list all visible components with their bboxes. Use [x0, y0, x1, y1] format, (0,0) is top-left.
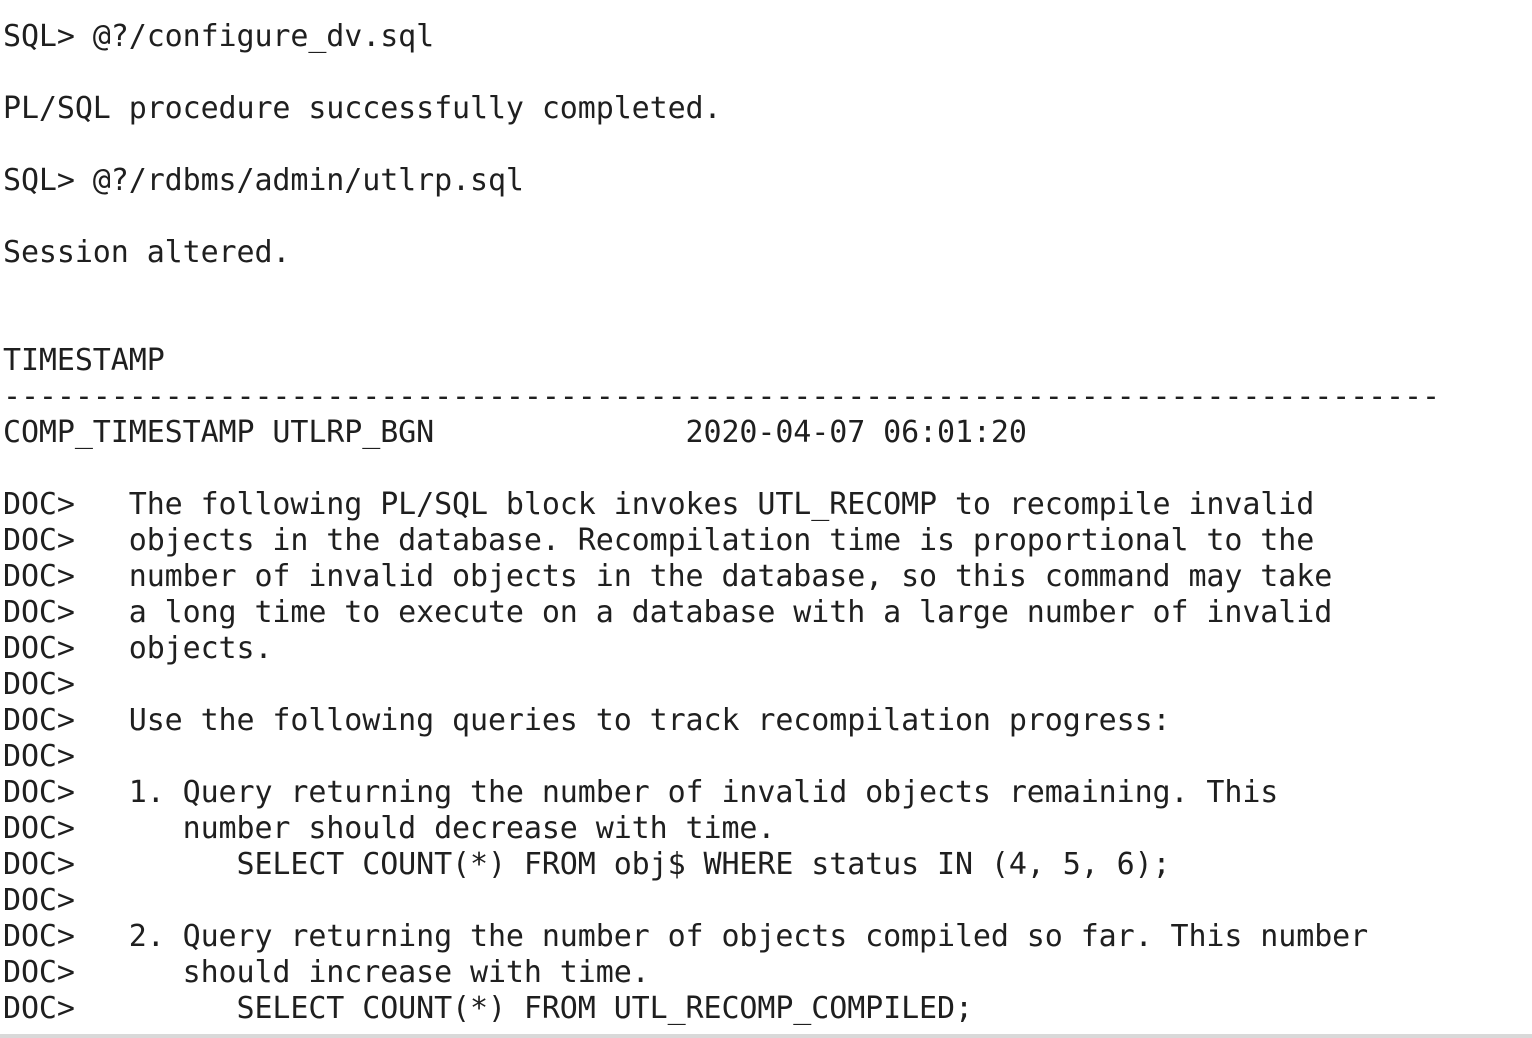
doc-line: DOC> number should decrease with time.: [3, 811, 776, 846]
plsql-completed-message: PL/SQL procedure successfully completed.: [3, 91, 722, 126]
doc-line: DOC> objects.: [3, 631, 273, 666]
sql-prompt-utlrp: SQL> @?/rdbms/admin/utlrp.sql: [3, 163, 524, 198]
header-separator: ----------------------------------------…: [3, 379, 1440, 414]
doc-line: DOC> a long time to execute on a databas…: [3, 595, 1333, 630]
doc-line: DOC> should increase with time.: [3, 955, 650, 990]
doc-query-line: DOC> SELECT COUNT(*) FROM obj$ WHERE sta…: [3, 847, 1171, 882]
doc-line: DOC> number of invalid objects in the da…: [3, 559, 1333, 594]
doc-line: DOC> Use the following queries to track …: [3, 703, 1171, 738]
timestamp-header: TIMESTAMP: [3, 343, 165, 378]
window-bottom-edge: [0, 1034, 1532, 1038]
session-altered-message: Session altered.: [3, 235, 291, 270]
terminal-window[interactable]: SQL> @?/configure_dv.sql PL/SQL procedur…: [0, 0, 1532, 1038]
doc-line: DOC> The following PL/SQL block invokes …: [3, 487, 1315, 522]
sql-prompt-configure-dv: SQL> @?/configure_dv.sql: [3, 19, 435, 54]
doc-line: DOC> objects in the database. Recompilat…: [3, 523, 1315, 558]
terminal-output: SQL> @?/configure_dv.sql PL/SQL procedur…: [3, 19, 1532, 1027]
doc-query-line: DOC> SELECT COUNT(*) FROM UTL_RECOMP_COM…: [3, 991, 973, 1026]
doc-line: DOC>: [3, 739, 75, 774]
doc-line: DOC>: [3, 667, 75, 702]
doc-line: DOC> 2. Query returning the number of ob…: [3, 919, 1369, 954]
doc-line: DOC>: [3, 883, 75, 918]
doc-line: DOC> 1. Query returning the number of in…: [3, 775, 1279, 810]
timestamp-row: COMP_TIMESTAMP UTLRP_BGN 2020-04-07 06:0…: [3, 415, 1027, 450]
